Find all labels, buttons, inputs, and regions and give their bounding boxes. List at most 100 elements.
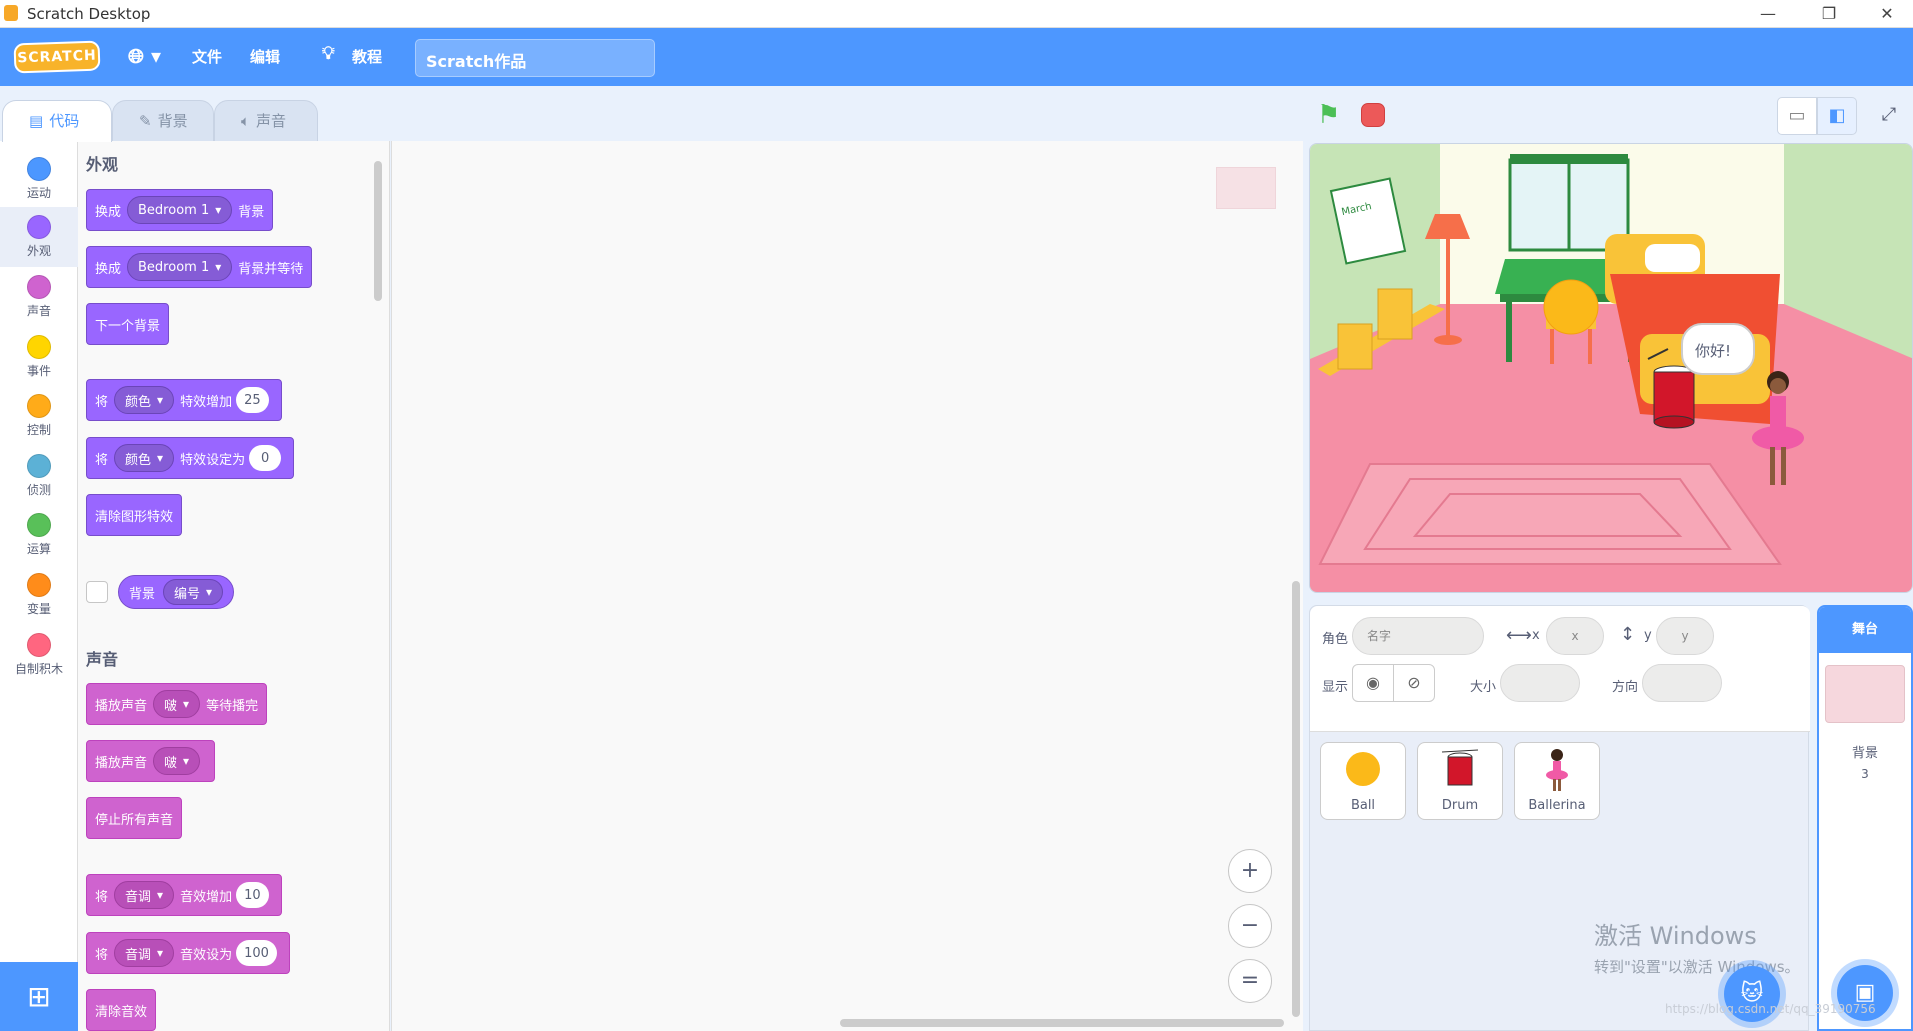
block-text: 特效增加 — [180, 394, 233, 410]
bedroom-backdrop: March 你好! — [1310, 144, 1912, 592]
category-sound[interactable]: 声音 — [0, 267, 78, 327]
script-workspace[interactable]: + − = — [391, 141, 1303, 1031]
size-input[interactable] — [1500, 664, 1580, 702]
category-events[interactable]: 事件 — [0, 327, 78, 387]
number-input[interactable]: 10 — [236, 882, 269, 908]
switch-backdrop-and-wait-block[interactable]: 换成 Bedroom 1 背景并等待 — [86, 246, 313, 288]
category-operators[interactable]: 运算 — [0, 505, 78, 565]
minimize-button[interactable]: — — [1745, 2, 1791, 26]
sound-dot-icon — [27, 275, 51, 299]
category-control[interactable]: 控制 — [0, 386, 78, 446]
drum-icon — [1441, 749, 1479, 786]
set-sound-effect-block[interactable]: 将 音调 音效设为 100 — [86, 932, 290, 974]
clear-sound-effects-block[interactable]: 清除音效 — [86, 989, 157, 1031]
scratch-app-icon — [4, 5, 18, 21]
sprite-name-input[interactable]: 名字 — [1352, 617, 1484, 655]
backdrop-number-monitor-checkbox[interactable] — [86, 581, 108, 603]
csdn-url-watermark: https://blog.csdn.net/qq_39190756 — [1665, 1002, 1876, 1016]
tab-backdrops[interactable]: ✎ 背景 — [112, 100, 214, 142]
tutorials-bulb-icon[interactable]: 💡︎ — [322, 43, 335, 64]
sound-dropdown[interactable]: 啵 — [153, 747, 201, 775]
category-my-blocks[interactable]: 自制积木 — [0, 625, 78, 685]
zoom-reset-button[interactable]: = — [1228, 959, 1272, 1003]
number-name-dropdown[interactable]: 编号 — [163, 579, 224, 605]
sound-effect-dropdown[interactable]: 音调 — [114, 939, 175, 967]
number-input[interactable]: 0 — [249, 445, 282, 471]
stop-all-sounds-block[interactable]: 停止所有声音 — [86, 797, 183, 839]
switch-backdrop-block[interactable]: 换成 Bedroom 1 背景 — [86, 189, 274, 231]
file-menu[interactable]: 文件 — [192, 46, 222, 67]
tab-code[interactable]: ▤ 代码 — [2, 100, 112, 142]
change-sound-effect-block[interactable]: 将 音调 音效增加 10 — [86, 874, 282, 916]
effect-dropdown[interactable]: 颜色 — [114, 444, 175, 472]
category-label: 声音 — [26, 304, 51, 318]
looks-section-title: 外观 — [86, 155, 119, 174]
block-text: 清除音效 — [95, 1004, 148, 1020]
clear-graphic-effects-block[interactable]: 清除图形特效 — [86, 494, 183, 536]
speaker-icon: 🔈︎ — [241, 112, 251, 130]
sprite-thumbnail-icon — [1216, 167, 1276, 209]
sound-dropdown[interactable]: 啵 — [153, 690, 201, 718]
block-text: 特效设定为 — [180, 452, 246, 468]
stage-canvas[interactable]: March 你好! — [1309, 143, 1913, 593]
x-input[interactable]: x — [1546, 617, 1604, 655]
workspace-horizontal-scrollbar[interactable] — [840, 1019, 1284, 1027]
start-sound-block[interactable]: 播放声音 啵 — [86, 740, 216, 782]
close-button[interactable]: ✕ — [1864, 2, 1910, 26]
stage-target-pane[interactable]: 舞台 背景 3 ▣ — [1817, 605, 1913, 1031]
workspace-vertical-scrollbar[interactable] — [1292, 581, 1300, 1017]
direction-input[interactable] — [1642, 664, 1722, 702]
restore-button[interactable]: ❐ — [1806, 2, 1852, 26]
category-motion[interactable]: 运动 — [0, 149, 78, 209]
set-effect-block[interactable]: 将 颜色 特效设定为 0 — [86, 437, 295, 479]
category-sensing[interactable]: 侦测 — [0, 446, 78, 506]
play-sound-until-done-block[interactable]: 播放声音 啵 等待播完 — [86, 683, 268, 725]
block-text: 将 — [95, 452, 109, 468]
motion-dot-icon — [27, 157, 51, 181]
hide-eye-icon[interactable]: ⊘ — [1393, 664, 1435, 702]
category-label: 外观 — [26, 244, 51, 258]
show-eye-icon[interactable]: ◉ — [1352, 664, 1394, 702]
category-variables[interactable]: 变量 — [0, 565, 78, 625]
sprite-tile-ball[interactable]: Ball — [1320, 742, 1406, 820]
large-stage-button[interactable]: ◧ — [1817, 97, 1857, 135]
category-looks[interactable]: 外观 — [0, 207, 78, 267]
zoom-in-icon: + — [1240, 858, 1260, 883]
block-text: 清除图形特效 — [95, 509, 174, 525]
small-stage-button[interactable]: ▭ — [1777, 97, 1817, 135]
zoom-out-icon: − — [1240, 913, 1260, 938]
backdrop-dropdown[interactable]: Bedroom 1 — [127, 196, 233, 224]
project-title-input[interactable]: Scratch作品 — [415, 39, 655, 77]
edit-menu[interactable]: 编辑 — [250, 46, 280, 67]
effect-dropdown[interactable]: 颜色 — [114, 386, 175, 414]
block-text: 换成 — [95, 261, 122, 277]
operators-dot-icon — [27, 513, 51, 537]
sprite-tile-drum[interactable]: Drum — [1417, 742, 1503, 820]
language-globe-icon[interactable]: 🌐︎ ▾ — [128, 44, 161, 68]
sprite-tile-ballerina[interactable]: Ballerina — [1514, 742, 1600, 820]
block-text: 将 — [95, 889, 109, 905]
block-text: 播放声音 — [95, 698, 148, 714]
add-extension-button[interactable]: ⊞ — [0, 962, 78, 1031]
ballerina-icon — [1546, 749, 1568, 791]
backdrop-dropdown[interactable]: Bedroom 1 — [127, 253, 233, 281]
next-backdrop-block[interactable]: 下一个背景 — [86, 303, 170, 345]
block-text: 等待播完 — [206, 698, 259, 714]
zoom-out-button[interactable]: − — [1228, 904, 1272, 948]
number-input[interactable]: 25 — [236, 387, 269, 413]
stop-sign-icon[interactable] — [1361, 103, 1385, 127]
stage-thumbnail-icon — [1825, 665, 1905, 723]
tutorials-menu[interactable]: 教程 — [352, 46, 382, 67]
backdrop-number-reporter[interactable]: 背景 编号 — [118, 575, 235, 609]
y-input[interactable]: y — [1656, 617, 1714, 655]
fullscreen-button[interactable]: ⤢ — [1869, 97, 1909, 135]
number-input[interactable]: 100 — [236, 940, 277, 966]
change-effect-block[interactable]: 将 颜色 特效增加 25 — [86, 379, 282, 421]
green-flag-icon[interactable]: ⚑ — [1317, 100, 1340, 130]
zoom-in-button[interactable]: + — [1228, 849, 1272, 893]
category-label: 事件 — [26, 364, 51, 378]
tab-sounds[interactable]: 🔈︎ 声音 — [214, 100, 318, 142]
palette-scrollbar[interactable] — [374, 161, 382, 301]
sound-effect-dropdown[interactable]: 音调 — [114, 881, 175, 909]
scratch-logo[interactable]: SCRATCH — [13, 40, 101, 74]
